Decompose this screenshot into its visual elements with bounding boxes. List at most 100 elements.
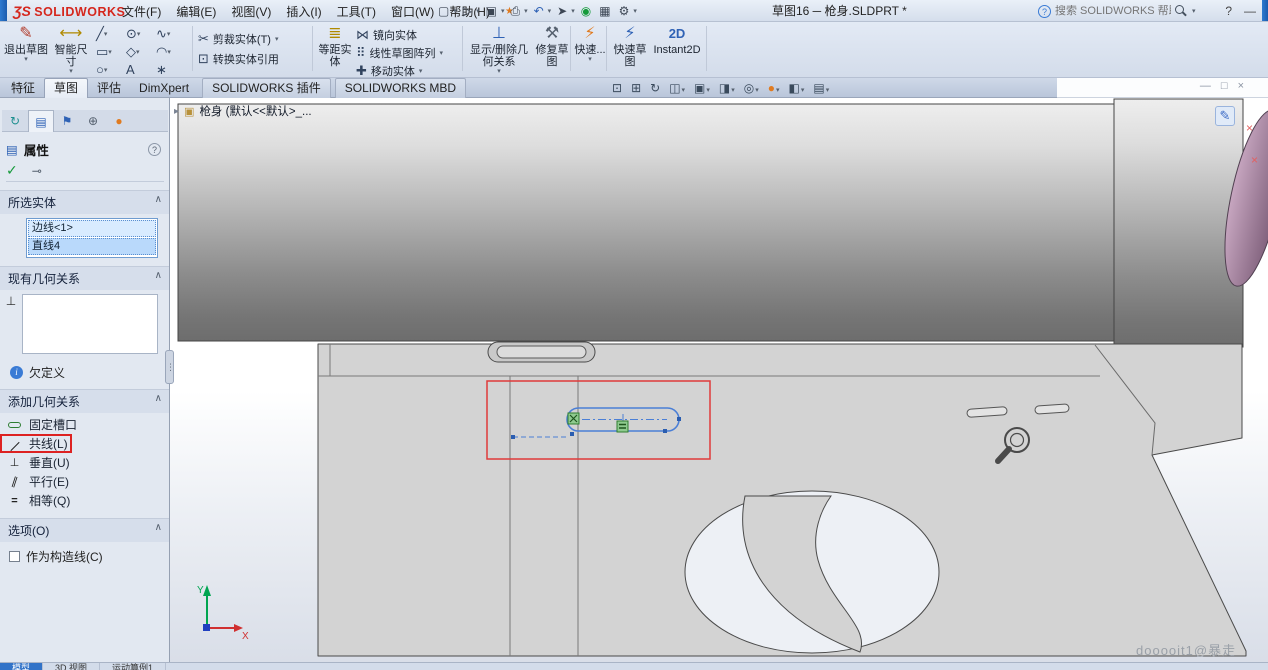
panel-splitter[interactable]: ⋮	[165, 350, 174, 384]
help-circle-icon[interactable]	[1038, 5, 1051, 18]
search-caret-icon[interactable]	[1192, 7, 1196, 15]
new-document-button[interactable]	[436, 4, 451, 18]
barrel-cylinder[interactable]	[178, 99, 1268, 347]
rebuild-button[interactable]	[579, 4, 593, 18]
circle-tool-button[interactable]: ▾	[126, 26, 140, 43]
convert-entities-button[interactable]: 转换实体引用	[198, 50, 279, 67]
3d-views-tab[interactable]: 3D 视图	[43, 663, 100, 670]
relation-collinear-button[interactable]: 共线(L)	[0, 434, 72, 453]
menu-edit[interactable]: 编辑(E)	[176, 3, 216, 20]
graphics-viewport[interactable]: × ×	[170, 98, 1268, 662]
section-view-icon[interactable]: ▾	[669, 81, 685, 95]
display-style-icon[interactable]: ▾	[719, 81, 735, 95]
existing-relations-header[interactable]: 现有几何关系	[0, 266, 170, 290]
view-orientation-icon[interactable]: ▾	[694, 81, 710, 95]
add-relations-header[interactable]: 添加几何关系	[0, 389, 170, 413]
options-button[interactable]	[617, 4, 632, 18]
relation-parallel-button[interactable]: 平行(E)	[0, 472, 169, 491]
tab-solidworks-addins[interactable]: SOLIDWORKS 插件	[202, 78, 331, 98]
view-settings-icon[interactable]: ▾	[813, 81, 829, 95]
gun-frame-body[interactable]	[318, 342, 1246, 656]
tab-display-manager[interactable]	[106, 110, 132, 132]
sketch-confirmation-corner[interactable]	[1215, 106, 1235, 126]
rapid-sketch-button[interactable]: 快速草图	[610, 24, 650, 76]
construction-checkbox[interactable]	[9, 551, 20, 562]
text-tool-button[interactable]	[126, 62, 135, 79]
polygon-tool-button[interactable]: ▾	[126, 44, 140, 61]
offset-entities-button[interactable]: 等距实体	[316, 24, 354, 76]
tab-feature-manager[interactable]	[2, 110, 28, 132]
spline-tool-button[interactable]: ▾	[156, 26, 170, 43]
mirror-entities-button[interactable]: 镜向实体	[356, 26, 417, 43]
relation-fixed-slot-button[interactable]: 固定槽口	[0, 415, 169, 434]
tab-sketch[interactable]: 草图	[44, 78, 88, 98]
save-button[interactable]	[484, 4, 499, 18]
menu-view[interactable]: 视图(V)	[231, 3, 271, 20]
panel-help-icon[interactable]	[148, 143, 161, 156]
menu-insert[interactable]: 插入(I)	[286, 3, 321, 20]
existing-relations-list[interactable]	[22, 294, 158, 354]
menu-tools[interactable]: 工具(T)	[337, 3, 376, 20]
doc-close-icon[interactable]	[1238, 80, 1244, 92]
selected-entities-header[interactable]: 所选实体	[0, 190, 170, 214]
help-icon[interactable]	[1225, 4, 1232, 18]
tab-features[interactable]: 特征	[2, 79, 44, 98]
line-tool-button[interactable]: ▾	[96, 26, 107, 43]
ellipse-tool-button[interactable]: ▾	[96, 62, 107, 79]
repair-sketch-button[interactable]: 修复草图	[534, 24, 570, 76]
apply-scene-icon[interactable]: ▾	[789, 81, 805, 95]
model-tab[interactable]: 模型	[0, 663, 43, 670]
linear-pattern-button[interactable]: 线性草图阵列▾	[356, 44, 443, 61]
smart-dimension-caret[interactable]	[50, 68, 92, 75]
zoom-fit-icon[interactable]	[612, 81, 622, 95]
construction-line-option[interactable]: 作为构造线(C)	[9, 548, 169, 565]
exit-sketch-caret[interactable]	[4, 56, 48, 63]
relations-caret[interactable]	[468, 68, 530, 75]
search-icon[interactable]	[1175, 4, 1188, 18]
doc-minimize-icon[interactable]	[1200, 80, 1211, 92]
minimize-icon[interactable]	[1244, 4, 1256, 18]
model-canvas[interactable]: × ×	[170, 98, 1268, 662]
tab-property-manager[interactable]	[28, 110, 54, 132]
select-button[interactable]	[555, 4, 569, 18]
relation-equal-button[interactable]: 相等(Q)	[0, 491, 169, 510]
relation-badge-coincident[interactable]	[568, 413, 579, 424]
tab-dimxpert[interactable]: DimXpert	[130, 79, 198, 98]
feature-tree-flyout[interactable]: 枪身 (默认<<默认>_...	[174, 103, 312, 119]
options-header[interactable]: 选项(O)	[0, 518, 170, 542]
expand-arrow-icon[interactable]	[174, 106, 179, 117]
move-entities-button[interactable]: 移动实体▾	[356, 62, 422, 79]
file-properties-button[interactable]	[597, 4, 612, 18]
undo-button[interactable]	[532, 4, 546, 18]
tab-solidworks-mbd[interactable]: SOLIDWORKS MBD	[335, 78, 466, 98]
tab-evaluate[interactable]: 评估	[88, 79, 130, 98]
selected-entity-row[interactable]: 边线<1>	[28, 220, 156, 237]
rapid-button[interactable]: 快速...	[574, 24, 606, 76]
selected-entity-row[interactable]: 直线4	[28, 238, 156, 255]
previous-view-icon[interactable]	[650, 81, 660, 95]
relation-badge-equal[interactable]	[617, 421, 628, 432]
selected-entities-list[interactable]: 边线<1> 直线4	[26, 218, 158, 258]
keep-visible-pin[interactable]	[32, 164, 42, 178]
trim-entities-button[interactable]: 剪裁实体(T)▾	[198, 30, 278, 47]
doc-restore-icon[interactable]	[1221, 80, 1228, 92]
print-button[interactable]	[508, 4, 522, 19]
rectangle-tool-button[interactable]: ▾	[96, 44, 112, 61]
tab-dimxpert-manager[interactable]	[80, 110, 106, 132]
motion-study-tab[interactable]: 运动算例1	[100, 663, 166, 670]
edit-appearance-icon[interactable]: ▾	[768, 81, 780, 95]
instant2d-button[interactable]: 2D Instant2D	[652, 24, 702, 76]
display-delete-relations-button[interactable]: 显示/删除几何关系	[468, 24, 530, 76]
point-tool-button[interactable]	[156, 62, 167, 79]
zoom-area-icon[interactable]	[631, 81, 641, 95]
menu-window[interactable]: 窗口(W)	[391, 3, 434, 20]
part-tree-label[interactable]: 枪身 (默认<<默认>_...	[199, 103, 311, 119]
menu-file[interactable]: 文件(F)	[122, 3, 161, 20]
ok-button[interactable]	[6, 162, 18, 179]
relation-perpendicular-button[interactable]: 垂直(U)	[0, 453, 169, 472]
search-input[interactable]	[1055, 5, 1171, 17]
arc-tool-button[interactable]: ▾	[156, 44, 171, 61]
rapid-caret[interactable]	[574, 56, 606, 63]
tab-configuration-manager[interactable]	[54, 110, 80, 132]
exit-sketch-button[interactable]: 退出草图	[4, 24, 48, 76]
